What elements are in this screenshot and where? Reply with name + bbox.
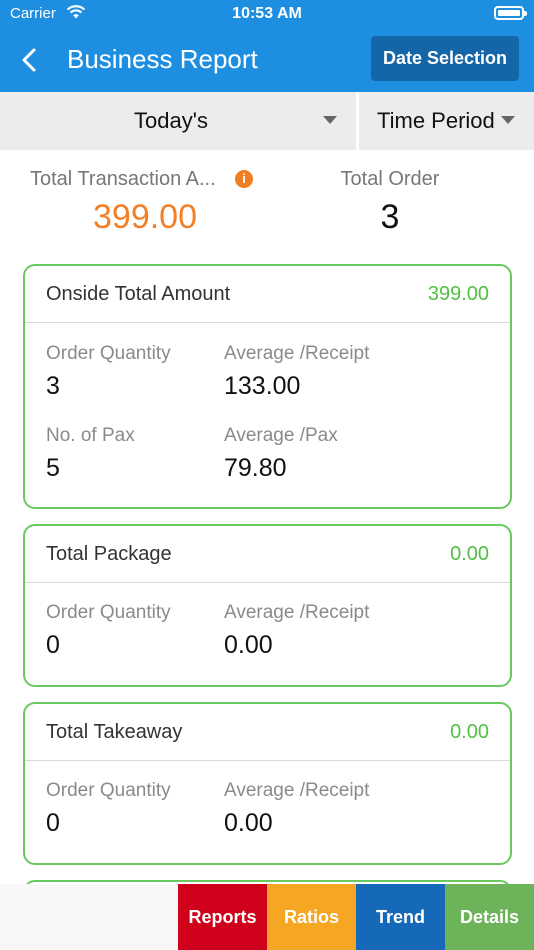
pax-count-label: No. of Pax	[46, 425, 135, 446]
card-amount: 0.00	[450, 543, 489, 565]
order-quantity-value: 0	[46, 631, 60, 659]
status-bar: Carrier 10:53 AM	[0, 0, 534, 28]
order-quantity-label: Order Quantity	[46, 343, 171, 364]
card-title: Total Takeaway	[46, 721, 183, 743]
period-dropdown-label: Today's	[134, 108, 208, 133]
total-order-value: 3	[380, 198, 400, 236]
time-period-dropdown[interactable]: Time Period	[359, 92, 534, 150]
card-header: Total Package 0.00	[25, 526, 510, 583]
info-icon[interactable]: i	[235, 170, 253, 188]
average-receipt-value: 0.00	[224, 631, 273, 659]
card-header: Onside Total Amount 399.00	[25, 266, 510, 323]
total-transaction-label: Total Transaction A...	[30, 168, 216, 190]
tab-ratios[interactable]: Ratios	[267, 884, 356, 950]
chevron-left-icon[interactable]	[18, 46, 42, 74]
average-receipt-label: Average /Receipt	[224, 343, 370, 364]
app-header: Carrier 10:53 AM Business Report Date Se…	[0, 0, 534, 92]
clock: 10:53 AM	[232, 5, 302, 22]
time-period-dropdown-label: Time Period	[377, 108, 495, 133]
average-receipt-value: 133.00	[224, 372, 301, 400]
battery-icon	[494, 6, 527, 20]
bottom-tab-bar: Reports Ratios Trend Details	[0, 884, 534, 950]
card-amount: 399.00	[427, 283, 489, 305]
average-receipt-label: Average /Receipt	[224, 602, 370, 623]
tab-details[interactable]: Details	[445, 884, 534, 950]
onside-total-card: Onside Total Amount 399.00 Order Quantit…	[23, 264, 512, 509]
card-header: Total Takeaway 0.00	[25, 704, 510, 761]
order-quantity-value: 3	[46, 372, 60, 400]
card-title: Onside Total Amount	[46, 283, 231, 305]
order-quantity-label: Order Quantity	[46, 780, 171, 801]
total-package-card: Total Package 0.00 Order Quantity 0 Aver…	[23, 524, 512, 687]
tab-reports[interactable]: Reports	[178, 884, 267, 950]
period-dropdown[interactable]: Today's	[0, 92, 356, 150]
average-pax-label: Average /Pax	[224, 425, 338, 446]
order-quantity-value: 0	[46, 809, 60, 837]
card-title: Total Package	[46, 543, 172, 565]
tab-trend[interactable]: Trend	[356, 884, 445, 950]
page-title: Business Report	[67, 44, 258, 74]
total-takeaway-card: Total Takeaway 0.00 Order Quantity 0 Ave…	[23, 702, 512, 865]
order-quantity-label: Order Quantity	[46, 602, 171, 623]
date-selection-button[interactable]: Date Selection	[371, 36, 519, 81]
caret-down-icon	[323, 116, 337, 124]
total-transaction-value: 399.00	[93, 198, 197, 236]
pax-count-value: 5	[46, 454, 60, 482]
average-pax-value: 79.80	[224, 454, 287, 482]
card-amount: 0.00	[450, 721, 489, 743]
average-receipt-label: Average /Receipt	[224, 780, 370, 801]
total-order-label: Total Order	[340, 168, 440, 190]
filter-bar: Today's Time Period	[0, 92, 534, 150]
caret-down-icon	[501, 116, 515, 124]
average-receipt-value: 0.00	[224, 809, 273, 837]
